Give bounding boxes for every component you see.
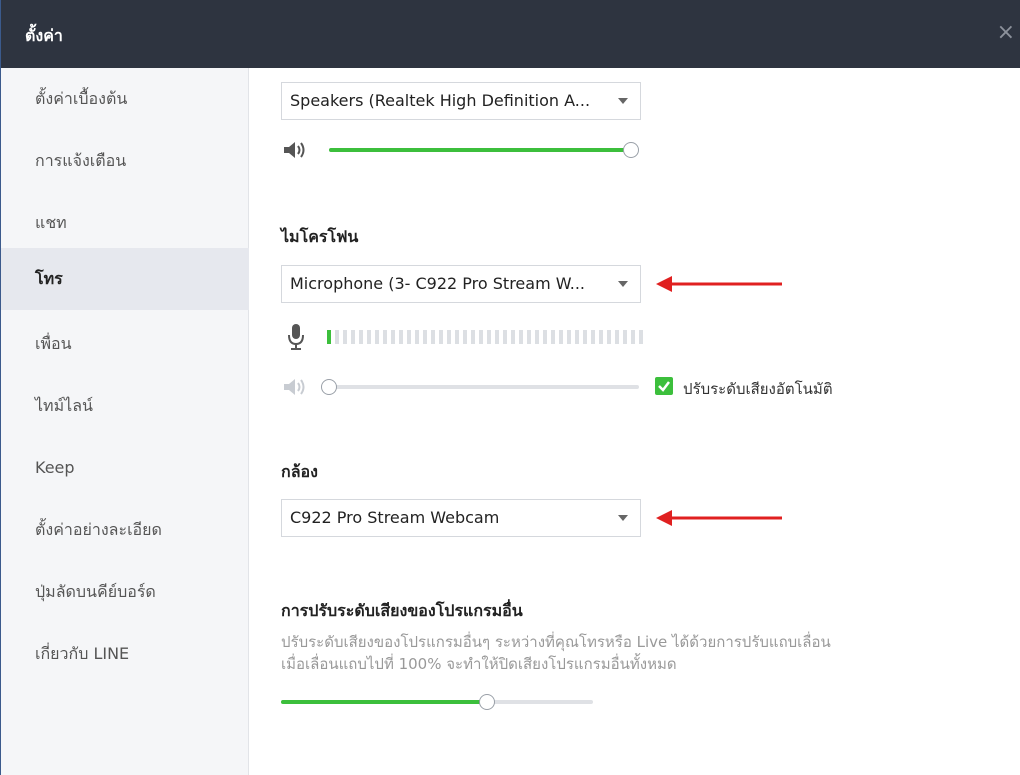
level-segment — [511, 330, 515, 344]
chevron-down-icon — [618, 515, 628, 521]
level-segment — [351, 330, 355, 344]
microphone-device-value: Microphone (3- C922 Pro Stream W... — [290, 274, 585, 293]
level-segment — [407, 330, 411, 344]
microphone-device-select[interactable]: Microphone (3- C922 Pro Stream W... — [281, 265, 641, 303]
settings-window: ตั้งค่า × ตั้งค่าเบื้องต้น การแจ้งเตือน … — [0, 0, 1020, 775]
level-segment — [447, 330, 451, 344]
level-segment — [639, 330, 643, 344]
other-apps-volume-description-line1: ปรับระดับเสียงของโปรแกรมอื่นๆ ระหว่างที่… — [281, 633, 831, 651]
calls-settings-panel: Speakers (Realtek High Definition A... ไ… — [249, 68, 1020, 775]
level-segment — [455, 330, 459, 344]
level-segment — [519, 330, 523, 344]
sidebar-item-advanced[interactable]: ตั้งค่าอย่างละเอียด — [1, 499, 249, 561]
speaker-volume-fill — [329, 148, 631, 152]
auto-adjust-checkbox[interactable] — [655, 377, 673, 395]
level-segment — [431, 330, 435, 344]
microphone-volume-slider[interactable] — [321, 379, 639, 395]
other-apps-volume-slider[interactable] — [281, 694, 593, 710]
level-segment — [631, 330, 635, 344]
level-segment — [487, 330, 491, 344]
level-segment — [359, 330, 363, 344]
level-segment — [567, 330, 571, 344]
level-segment — [535, 330, 539, 344]
level-segment — [591, 330, 595, 344]
microphone-volume-knob[interactable] — [321, 379, 337, 395]
level-segment — [415, 330, 419, 344]
sidebar-item-notifications[interactable]: การแจ้งเตือน — [1, 130, 249, 192]
level-segment — [423, 330, 427, 344]
level-segment — [375, 330, 379, 344]
level-segment — [607, 330, 611, 344]
chevron-down-icon — [618, 281, 628, 287]
level-segment — [391, 330, 395, 344]
sidebar: ตั้งค่าเบื้องต้น การแจ้งเตือน แชท โทร เพ… — [1, 68, 249, 775]
other-apps-volume-heading: การปรับระดับเสียงของโปรแกรมอื่น — [281, 601, 523, 620]
camera-heading: กล้อง — [281, 462, 318, 481]
sidebar-item-friends[interactable]: เพื่อน — [1, 313, 249, 375]
other-apps-volume-description-line2: เมื่อเลื่อนแถบไปที่ 100% จะทำให้ปิดเสียง… — [281, 655, 677, 673]
level-segment — [599, 330, 603, 344]
level-segment — [503, 330, 507, 344]
level-segment — [471, 330, 475, 344]
microphone-volume-icon — [284, 379, 305, 395]
level-segment — [343, 330, 347, 344]
level-segment — [527, 330, 531, 344]
title-bar: ตั้งค่า × — [1, 0, 1020, 68]
sidebar-item-general[interactable]: ตั้งค่าเบื้องต้น — [1, 68, 249, 130]
speaker-device-value: Speakers (Realtek High Definition A... — [290, 91, 591, 110]
level-segment — [383, 330, 387, 344]
other-apps-volume-fill — [281, 700, 487, 704]
camera-device-value: C922 Pro Stream Webcam — [290, 508, 500, 527]
microphone-heading: ไมโครโฟน — [281, 227, 359, 246]
speaker-device-select[interactable]: Speakers (Realtek High Definition A... — [281, 82, 641, 120]
other-apps-volume-knob[interactable] — [478, 694, 495, 710]
level-segment — [615, 330, 619, 344]
chevron-down-icon — [618, 98, 628, 104]
sidebar-item-timeline[interactable]: ไทม์ไลน์ — [1, 375, 249, 437]
sidebar-item-keep[interactable]: Keep — [1, 437, 249, 499]
level-segment — [623, 330, 627, 344]
sidebar-item-chat[interactable]: แชท — [1, 192, 249, 254]
red-arrow-annotation — [656, 510, 782, 526]
auto-adjust-label: ปรับระดับเสียงอัตโนมัติ — [683, 380, 833, 398]
sidebar-item-calls[interactable]: โทร — [1, 248, 249, 310]
sidebar-item-shortcuts[interactable]: ปุ่มลัดบนคีย์บอร์ด — [1, 561, 249, 623]
sidebar-item-about[interactable]: เกี่ยวกับ LINE — [1, 623, 249, 685]
level-segment — [543, 330, 547, 344]
level-segment — [551, 330, 555, 344]
level-segment — [559, 330, 563, 344]
level-segment — [367, 330, 371, 344]
level-segment — [495, 330, 499, 344]
microphone-icon — [288, 324, 304, 350]
level-segment — [327, 330, 331, 344]
checkmark-icon — [658, 381, 670, 392]
level-segment — [399, 330, 403, 344]
level-segment — [479, 330, 483, 344]
level-segment — [335, 330, 339, 344]
window-title: ตั้งค่า — [25, 26, 63, 45]
level-segment — [439, 330, 443, 344]
level-segment — [583, 330, 587, 344]
speaker-volume-knob[interactable] — [623, 142, 639, 158]
speaker-volume-icon — [284, 142, 305, 158]
camera-device-select[interactable]: C922 Pro Stream Webcam — [281, 499, 641, 537]
speaker-volume-slider[interactable] — [329, 142, 639, 158]
red-arrow-annotation — [656, 276, 782, 292]
level-segment — [463, 330, 467, 344]
close-icon[interactable]: × — [997, 20, 1015, 45]
level-segment — [575, 330, 579, 344]
